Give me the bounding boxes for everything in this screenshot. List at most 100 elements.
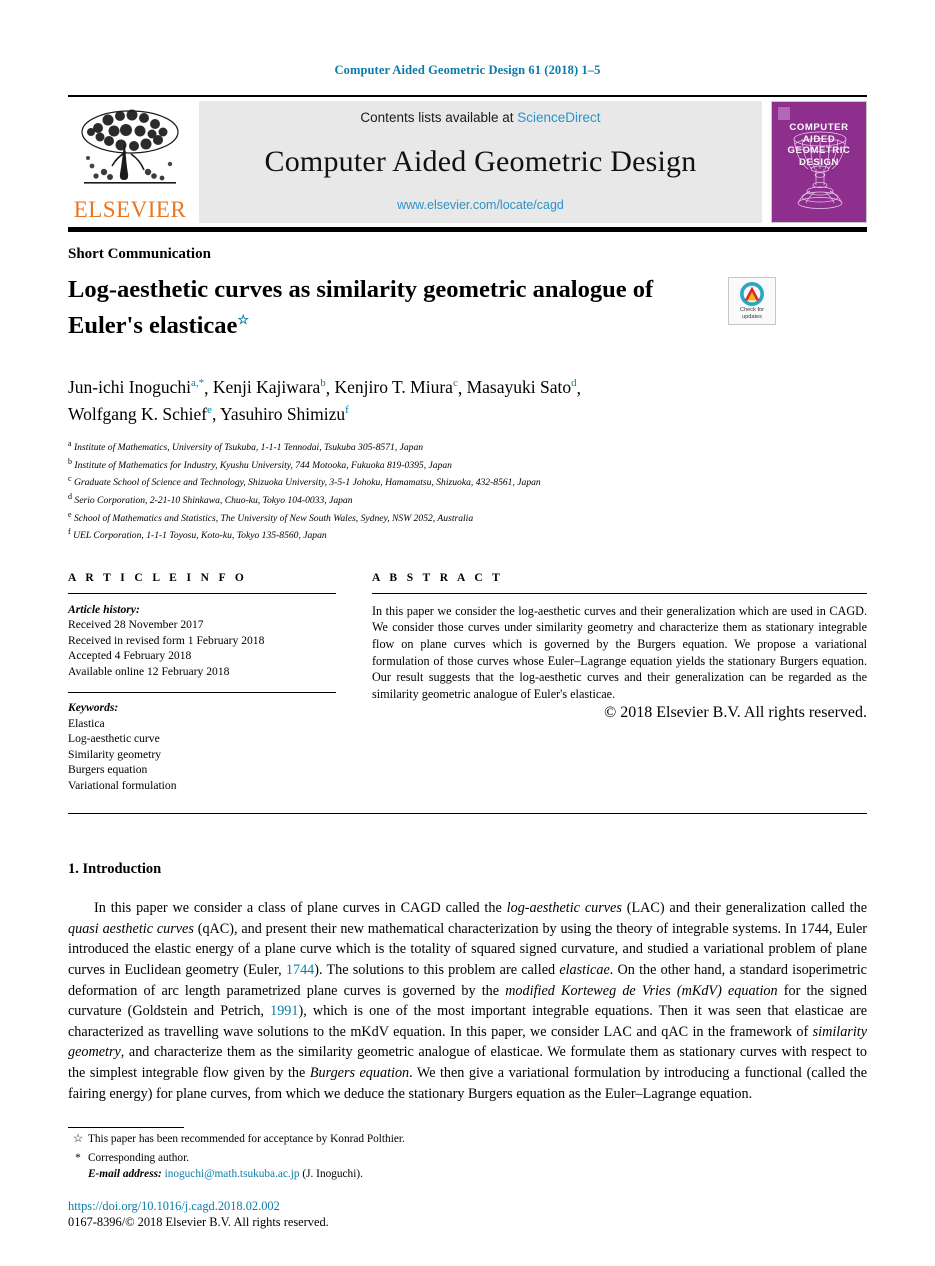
journal-masthead: ELSEVIER Contents lists available at Sci… [68, 101, 867, 223]
journal-cover-thumbnail: COMPUTER AIDED GEOMETRIC DESIGN [771, 101, 867, 223]
footnote-text-with-email: Corresponding author. E-mail address: in… [88, 1151, 548, 1182]
crossmark-label: Check for updates [740, 307, 764, 320]
author-affil-mark[interactable]: c [453, 378, 458, 390]
section-heading-introduction: 1. Introduction [68, 861, 867, 878]
author-name: Wolfgang K. Schief [68, 404, 208, 425]
journal-banner: Contents lists available at ScienceDirec… [199, 101, 762, 223]
elsevier-tree-icon [74, 106, 186, 198]
doi-link[interactable]: https://doi.org/10.1016/j.cagd.2018.02.0… [68, 1199, 329, 1214]
footnote-item: * Corresponding author. E-mail address: … [68, 1151, 548, 1182]
abstract-heading: A B S T R A C T [372, 571, 504, 584]
colophon: https://doi.org/10.1016/j.cagd.2018.02.0… [68, 1199, 329, 1230]
body-text: (LAC) and their generalization called th… [621, 900, 867, 917]
affiliation-label: f [68, 527, 71, 537]
author-name: Kenjiro T. Miura [334, 377, 453, 398]
cover-goblet-icon [772, 127, 866, 218]
affiliation-item: f UEL Corporation, 1-1-1 Toyosu, Koto-ku… [68, 525, 867, 543]
article-info-rule [68, 592, 336, 594]
keywords-label: Keywords: [68, 701, 119, 715]
title-row: Log-aesthetic curves as similarity geome… [68, 263, 867, 358]
paper-page: Computer Aided Geometric Design 61 (2018… [0, 0, 935, 1266]
author-name: Kenji Kajiwara [212, 377, 321, 398]
keyword-item: Similarity geometry [68, 747, 162, 761]
email-link[interactable]: inoguchi@math.tsukuba.ac.jp [165, 1168, 300, 1180]
history-item: Available online 12 February 2018 [68, 664, 230, 678]
affiliation-item: e School of Mathematics and Statistics, … [68, 508, 867, 526]
keyword-item: Log-aesthetic curve [68, 732, 160, 746]
journal-title: Computer Aided Geometric Design [264, 144, 697, 178]
body-text: In this paper we consider a class of pla… [94, 900, 507, 917]
keyword-item: Burgers equation [68, 763, 148, 777]
keyword-item: Elastica [68, 716, 105, 730]
email-owner: (J. Inoguchi). [302, 1167, 363, 1180]
emphasis-term: modified Korteweg de Vries (mKdV) equati… [505, 982, 778, 999]
affiliation-text: Institute of Mathematics for Industry, K… [74, 460, 452, 471]
footnote-text: This paper has been recommended for acce… [88, 1132, 405, 1145]
title-line-2: Euler's elasticae [68, 312, 238, 340]
journal-homepage-link[interactable]: www.elsevier.com/locate/cagd [397, 198, 564, 212]
history-item: Received in revised form 1 February 2018 [68, 633, 265, 647]
keywords-block: Keywords: Elastica Log-aesthetic curve S… [68, 700, 336, 793]
email-label: E-mail address: [88, 1167, 162, 1180]
abstract-body: In this paper we consider the log-aesthe… [372, 603, 867, 701]
introduction-paragraph: In this paper we consider a class of pla… [68, 898, 867, 1104]
author-affil-mark[interactable]: d [571, 378, 577, 390]
author-item: Yasuhiro Shimizuf [220, 404, 349, 424]
crossmark-icon [740, 282, 764, 306]
footnote-block: ☆ This paper has been recommended for ac… [68, 1126, 548, 1182]
affiliation-text: Serio Corporation, 2-21-10 Shinkawa, Chu… [74, 495, 353, 507]
info-bottom-rule [68, 813, 867, 815]
author-item: Jun-ichi Inoguchia,* [68, 377, 204, 397]
affiliation-label: b [68, 456, 72, 466]
crossmark-badge[interactable]: Check for updates [728, 277, 776, 325]
author-affil-mark[interactable]: b [320, 378, 326, 390]
affiliation-item: a Institute of Mathematics, University o… [68, 437, 867, 455]
affiliation-label: a [68, 439, 72, 449]
section-number: 1. [68, 861, 79, 878]
author-affil-mark[interactable]: a,* [191, 378, 204, 390]
citation-link[interactable]: 1991 [270, 1003, 298, 1019]
section-title: Introduction [82, 861, 162, 878]
emphasis-term: elasticae [559, 962, 610, 979]
info-abstract-section: A R T I C L E I N F O Article history: R… [68, 572, 867, 794]
author-affil-mark[interactable]: f [345, 404, 349, 416]
author-name: Yasuhiro Shimizu [220, 404, 346, 425]
sciencedirect-link[interactable]: ScienceDirect [517, 110, 600, 125]
affiliation-item: d Serio Corporation, 2-21-10 Shinkawa, C… [68, 490, 867, 508]
keywords-rule [68, 692, 336, 694]
title-footnote-star-icon[interactable]: ☆ [237, 312, 249, 327]
cover-publisher-mark [778, 107, 790, 120]
page-title: Log-aesthetic curves as similarity geome… [68, 275, 728, 341]
affiliation-label: d [68, 492, 72, 501]
emphasis-term: log-aesthetic curves [506, 900, 622, 917]
footnote-star-icon: ☆ [72, 1132, 84, 1145]
affiliation-list: a Institute of Mathematics, University o… [68, 437, 867, 543]
footnote-rule [68, 1126, 184, 1128]
title-line-1: Log-aesthetic curves as similarity geome… [68, 276, 654, 303]
footnote-item: ☆ This paper has been recommended for ac… [68, 1132, 548, 1147]
author-name: Jun-ichi Inoguchi [68, 377, 191, 398]
body-text: ). The solutions to this problem are cal… [314, 962, 560, 979]
running-head: Computer Aided Geometric Design 61 (2018… [334, 63, 601, 77]
author-list: Jun-ichi Inoguchia,*, Kenji Kajiwarab, K… [68, 377, 581, 425]
masthead-top-rule [68, 95, 867, 97]
citation-link[interactable]: 1744 [286, 962, 314, 978]
author-name: Masayuki Sato [466, 377, 572, 398]
elsevier-logo: ELSEVIER [68, 101, 192, 223]
article-info-column: A R T I C L E I N F O Article history: R… [68, 572, 336, 794]
keyword-item: Variational formulation [68, 778, 177, 792]
article-history-block: Article history: Received 28 November 20… [68, 602, 336, 680]
emphasis-term: quasi aesthetic curves [68, 920, 194, 937]
affiliation-label: e [68, 509, 72, 519]
abstract-column: A B S T R A C T In this paper we conside… [372, 572, 867, 794]
author-item: Masayuki Satod [467, 377, 577, 397]
history-item: Accepted 4 February 2018 [68, 649, 192, 663]
contents-line: Contents lists available at ScienceDirec… [360, 110, 600, 125]
affiliation-label: c [68, 474, 72, 484]
author-item: Kenjiro T. Miurac [335, 377, 458, 397]
article-info-heading: A R T I C L E I N F O [68, 571, 248, 584]
masthead-bottom-rule [68, 227, 867, 232]
elsevier-wordmark: ELSEVIER [73, 197, 187, 222]
history-item: Received 28 November 2017 [68, 618, 204, 632]
author-affil-mark[interactable]: e [207, 404, 212, 416]
